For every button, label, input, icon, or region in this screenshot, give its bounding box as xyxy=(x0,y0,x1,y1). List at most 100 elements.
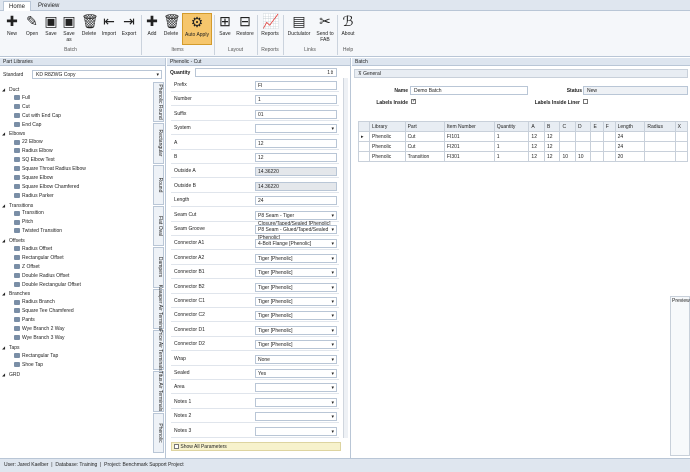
tree-node[interactable]: Z Offset xyxy=(2,263,162,272)
tree-node[interactable]: ◢ Branches xyxy=(2,289,162,298)
import-button[interactable]: ⇤ Import xyxy=(99,13,119,37)
table-cell[interactable] xyxy=(590,141,604,152)
expand-icon[interactable]: ◢ xyxy=(2,236,9,245)
expand-icon[interactable]: ◢ xyxy=(2,85,9,94)
tree-node[interactable]: Square Throat Radius Elbow xyxy=(2,165,162,174)
property-input[interactable]: 12 xyxy=(255,138,337,148)
table-cell[interactable]: 20 xyxy=(614,151,646,162)
scrollbar[interactable] xyxy=(343,78,348,438)
table-cell[interactable]: Cut xyxy=(404,131,445,142)
column-header[interactable]: C xyxy=(559,121,576,132)
column-header[interactable]: Part xyxy=(404,121,445,132)
property-select[interactable]: P8 Seam - Glued/Taped/Sealed [Phenolic] ▾ xyxy=(255,225,337,241)
auto-apply-button[interactable]: ⚙ Auto Apply xyxy=(182,13,212,45)
table-cell[interactable]: 10 xyxy=(559,151,576,162)
property-select[interactable]: 4-Bolt Flange [Phenolic] ▾ xyxy=(255,239,337,249)
column-header[interactable]: Quantity xyxy=(493,121,530,132)
quantity-input[interactable]: 1 ⇕ xyxy=(195,68,337,77)
property-select[interactable]: Tiger [Phenolic] ▾ xyxy=(255,282,337,292)
tree-node[interactable]: ◢ Transitions xyxy=(2,201,162,210)
expand-icon[interactable]: ◢ xyxy=(2,370,9,379)
delete-batch-button[interactable]: 🗑 Delete xyxy=(79,13,99,37)
tree-node[interactable]: Cut xyxy=(2,103,162,112)
table-cell[interactable] xyxy=(590,151,604,162)
tree-node[interactable]: Full xyxy=(2,94,162,103)
table-cell[interactable] xyxy=(674,151,689,162)
export-button[interactable]: ⇥ Export xyxy=(119,13,139,37)
status-select[interactable]: New xyxy=(583,86,688,95)
tree-node[interactable]: ◢ GRD xyxy=(2,370,162,379)
row-selector[interactable]: ▸ xyxy=(357,131,371,142)
expand-icon[interactable]: ◢ xyxy=(2,289,9,298)
property-select[interactable]: None ▾ xyxy=(255,354,337,364)
property-select[interactable]: ▾ xyxy=(255,124,337,134)
tree-node[interactable]: Twisted Transition xyxy=(2,227,162,236)
table-cell[interactable]: 1 xyxy=(493,141,530,152)
property-select[interactable]: Yes ▾ xyxy=(255,369,337,378)
table-cell[interactable]: FI201 xyxy=(443,141,495,152)
column-header[interactable]: F xyxy=(602,121,616,132)
table-cell[interactable]: FI101 xyxy=(443,131,495,142)
property-select[interactable]: ▾ xyxy=(255,412,337,422)
tree-node[interactable]: Wye Branch 3 Way xyxy=(2,334,162,343)
tree-node[interactable]: Rectangular Tap xyxy=(2,352,162,361)
property-select[interactable]: ▾ xyxy=(255,426,337,436)
tree-node[interactable]: Pants xyxy=(2,316,162,325)
table-cell[interactable]: 12 xyxy=(543,151,561,162)
column-header[interactable]: Library xyxy=(369,121,406,132)
table-cell[interactable]: 1 xyxy=(493,131,530,142)
property-input[interactable]: FI xyxy=(255,81,337,90)
general-section-header[interactable]: ⊼ General xyxy=(354,69,688,78)
column-header[interactable]: B xyxy=(543,121,561,132)
restore-button[interactable]: ⊟ Restore xyxy=(234,13,256,37)
table-cell[interactable]: 12 xyxy=(528,151,545,162)
table-cell[interactable] xyxy=(602,131,616,142)
tree-node[interactable]: 22 Elbow xyxy=(2,138,162,147)
table-cell[interactable]: Transition xyxy=(404,151,445,162)
table-row[interactable]: Phenolic Transition FI301 1 12 12 10 10 20 xyxy=(357,151,689,162)
tree-node[interactable]: Radius Parker xyxy=(2,192,162,201)
expand-icon[interactable]: ◢ xyxy=(2,129,9,138)
reports-button[interactable]: 📈 Reports xyxy=(259,13,281,37)
tree-node[interactable]: Square Tee Chamfered xyxy=(2,307,162,316)
property-select[interactable]: Tiger [Phenolic] ▾ xyxy=(255,340,337,350)
tree-node[interactable]: Transition xyxy=(2,209,162,218)
column-header[interactable]: A xyxy=(528,121,545,132)
add-button[interactable]: ✚ Add xyxy=(143,13,161,37)
property-input[interactable]: 01 xyxy=(255,109,337,119)
category-tab[interactable]: Phenolic xyxy=(153,412,164,453)
table-row[interactable]: Phenolic Cut FI201 1 12 12 24 xyxy=(357,141,689,152)
labels-inside-checkbox[interactable]: ✓ xyxy=(411,98,416,105)
tree-node[interactable]: Square Elbow Chamfered xyxy=(2,183,162,192)
tree-node[interactable]: Square Elbow xyxy=(2,174,162,183)
table-cell[interactable]: 12 xyxy=(528,141,545,152)
table-cell[interactable]: Phenolic xyxy=(369,151,406,162)
property-select[interactable]: ▾ xyxy=(255,383,337,393)
about-button[interactable]: ℬ About xyxy=(339,13,357,37)
property-select[interactable]: Tiger [Phenolic] ▾ xyxy=(255,325,337,335)
ductulator-button[interactable]: ▤ Ductulator xyxy=(285,13,313,37)
table-cell[interactable] xyxy=(559,141,576,152)
column-header[interactable]: Length xyxy=(614,121,646,132)
tree-node[interactable]: ◢ Offsets xyxy=(2,236,162,245)
show-all-parameters-row[interactable]: Show All Parameters xyxy=(171,442,341,451)
table-cell[interactable] xyxy=(602,141,616,152)
tree-node[interactable]: ◢ Elbows xyxy=(2,129,162,138)
send-to-fab-button[interactable]: ✂ Send to FAB xyxy=(313,13,337,43)
tree-node[interactable]: Double Rectangular Offset xyxy=(2,281,162,290)
property-input[interactable]: 12 xyxy=(255,153,337,162)
table-cell[interactable] xyxy=(644,141,676,152)
expand-icon[interactable]: ◢ xyxy=(2,201,9,210)
tree-node[interactable]: Double Radius Offset xyxy=(2,272,162,281)
tree-node[interactable]: Pitch xyxy=(2,218,162,227)
table-cell[interactable] xyxy=(559,131,576,142)
property-select[interactable]: Tiger [Phenolic] ▾ xyxy=(255,311,337,321)
open-button[interactable]: ✎ Open xyxy=(22,13,42,37)
delete-item-button[interactable]: 🗑 Delete xyxy=(161,13,181,37)
column-header[interactable]: D xyxy=(574,121,592,132)
tree-node[interactable]: SQ Elbow Test xyxy=(2,156,162,165)
save-as-button[interactable]: ▣ Save as xyxy=(60,13,78,43)
tree-node[interactable]: Rectangular Offset xyxy=(2,254,162,263)
table-cell[interactable] xyxy=(674,141,689,152)
tree-node[interactable]: Radius Offset xyxy=(2,245,162,254)
